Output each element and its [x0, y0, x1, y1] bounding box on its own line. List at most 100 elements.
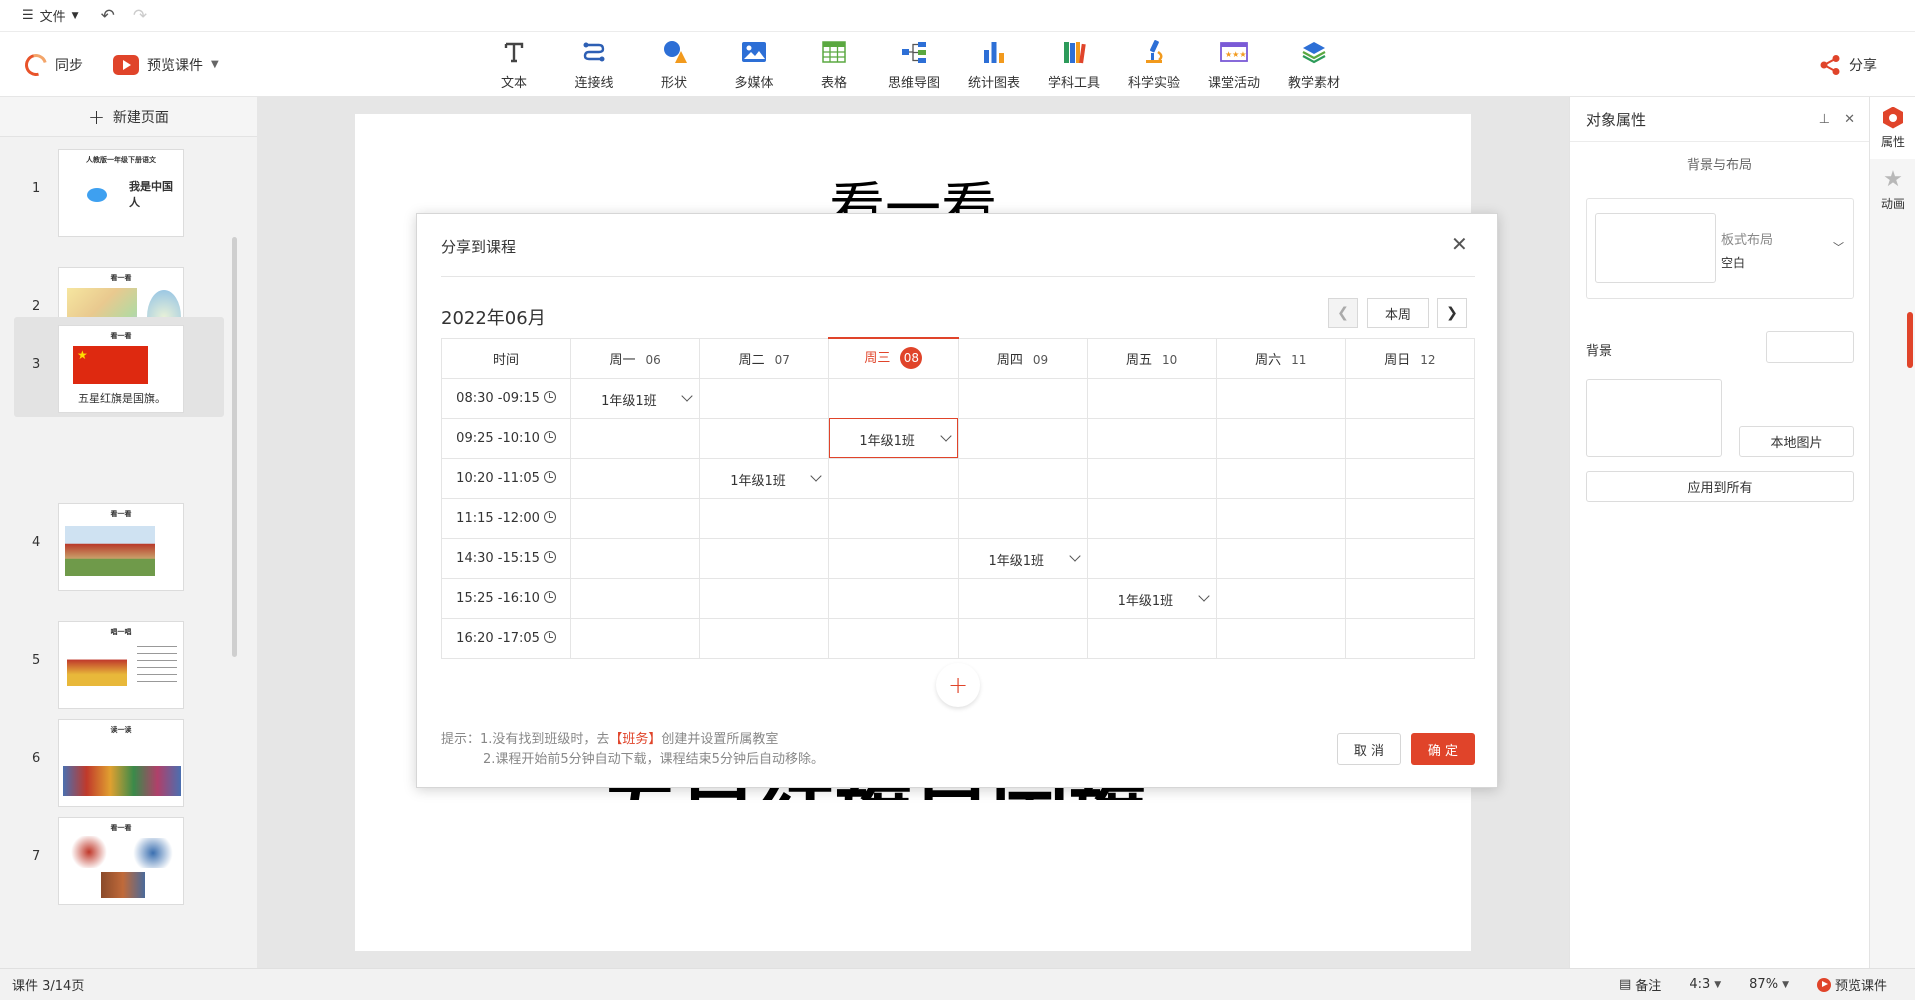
schedule-cell[interactable]: 1年级1班: [828, 417, 959, 459]
schedule-cell[interactable]: [1344, 537, 1476, 579]
schedule-cell[interactable]: 1年级1班: [957, 537, 1088, 579]
tab-animation[interactable]: ★ 动画: [1870, 159, 1915, 221]
schedule-cell[interactable]: [1215, 417, 1346, 459]
file-menu[interactable]: ☰ 文件 ▼: [22, 6, 79, 25]
chevron-down-icon[interactable]: [810, 469, 823, 482]
schedule-cell[interactable]: [1086, 537, 1217, 579]
slide-thumbnail-4[interactable]: 4 看一看: [14, 495, 224, 595]
ratio-select[interactable]: 4:3 ▼: [1689, 977, 1721, 992]
schedule-cell[interactable]: [957, 497, 1088, 539]
tool-science[interactable]: 科学实验: [1114, 32, 1194, 97]
schedule-cell[interactable]: [828, 497, 959, 539]
schedule-cell[interactable]: 1年级1班: [699, 457, 830, 499]
this-week-button[interactable]: 本周: [1367, 298, 1429, 328]
schedule-cell[interactable]: [828, 457, 959, 499]
slide-thumbnail-6[interactable]: 6 读一读: [14, 711, 224, 811]
schedule-cell[interactable]: [570, 577, 701, 619]
schedule-cell[interactable]: [699, 497, 830, 539]
schedule-cell[interactable]: [1215, 617, 1346, 659]
confirm-button[interactable]: 确 定: [1411, 733, 1475, 765]
tool-subject[interactable]: 学科工具: [1034, 32, 1114, 97]
add-row-button[interactable]: +: [934, 663, 982, 707]
share-button[interactable]: 分享: [1819, 32, 1877, 97]
schedule-cell[interactable]: [957, 377, 1088, 419]
schedule-cell[interactable]: [1215, 457, 1346, 499]
tool-activity[interactable]: ★★★ 课堂活动: [1194, 32, 1274, 97]
schedule-cell[interactable]: 1年级1班: [570, 377, 701, 419]
local-image-button[interactable]: 本地图片: [1739, 426, 1854, 457]
schedule-cell[interactable]: [1215, 377, 1346, 419]
schedule-cell[interactable]: [699, 417, 830, 459]
chevron-down-icon[interactable]: [939, 429, 952, 442]
tool-mindmap[interactable]: 思维导图: [874, 32, 954, 97]
slide-thumbnail-3[interactable]: 3 看一看 ★ 五星红旗是国旗。: [14, 317, 224, 417]
status-preview-button[interactable]: 预览课件: [1816, 975, 1887, 994]
schedule-cell[interactable]: [1344, 417, 1476, 459]
schedule-cell[interactable]: [1086, 617, 1217, 659]
preview-button[interactable]: 预览课件 ▼: [113, 54, 219, 75]
undo-icon[interactable]: ↶: [101, 6, 115, 26]
chevron-down-icon[interactable]: [1198, 589, 1210, 602]
schedule-cell[interactable]: [828, 377, 959, 419]
notes-button[interactable]: ▤ 备注: [1619, 975, 1661, 994]
schedule-cell[interactable]: [1215, 577, 1346, 619]
schedule-cell[interactable]: [957, 577, 1088, 619]
tool-chart[interactable]: 统计图表: [954, 32, 1034, 97]
slide-thumbnail-5[interactable]: 5 唱一唱: [14, 613, 224, 713]
schedule-cell[interactable]: 1年级1班: [1086, 577, 1217, 619]
background-color-picker[interactable]: [1766, 331, 1854, 363]
schedule-cell[interactable]: [699, 377, 830, 419]
schedule-cell[interactable]: [1215, 537, 1346, 579]
sync-button[interactable]: 同步: [20, 49, 83, 80]
tool-text[interactable]: 文本: [474, 32, 554, 97]
pin-icon[interactable]: ⊥: [1819, 112, 1830, 127]
redo-icon[interactable]: ↷: [133, 6, 147, 26]
schedule-cell[interactable]: [1086, 417, 1217, 459]
schedule-cell[interactable]: [1344, 377, 1476, 419]
new-page-button[interactable]: + 新建页面: [0, 97, 257, 137]
schedule-cell[interactable]: [570, 457, 701, 499]
apply-all-button[interactable]: 应用到所有: [1586, 471, 1854, 502]
schedule-cell[interactable]: [957, 417, 1088, 459]
cancel-button[interactable]: 取 消: [1337, 733, 1401, 765]
layout-select[interactable]: 板式布局 空白 ﹀: [1586, 198, 1854, 299]
tool-materials[interactable]: 教学素材: [1274, 32, 1354, 97]
tool-media[interactable]: 多媒体: [714, 32, 794, 97]
schedule-cell[interactable]: [699, 537, 830, 579]
schedule-cell[interactable]: [570, 417, 701, 459]
schedule-cell[interactable]: [1086, 377, 1217, 419]
chevron-down-icon[interactable]: [681, 389, 693, 402]
schedule-cell[interactable]: [699, 617, 830, 659]
schedule-cell[interactable]: [828, 617, 959, 659]
close-icon[interactable]: ✕: [1451, 234, 1468, 254]
zoom-select[interactable]: 87% ▼: [1749, 977, 1789, 992]
chevron-down-icon[interactable]: [1068, 549, 1081, 562]
schedule-cell[interactable]: [828, 577, 959, 619]
schedule-cell[interactable]: [1086, 457, 1217, 499]
tool-connector[interactable]: 连接线: [554, 32, 634, 97]
schedule-cell[interactable]: [570, 537, 701, 579]
slide-thumbnail-1[interactable]: 1 人教版一年级下册语文 我是中国人: [14, 141, 224, 241]
close-icon[interactable]: ✕: [1844, 112, 1855, 127]
schedule-cell[interactable]: [570, 617, 701, 659]
schedule-cell[interactable]: [957, 457, 1088, 499]
schedule-cell[interactable]: [1344, 457, 1476, 499]
schedule-cell[interactable]: [828, 537, 959, 579]
tab-properties[interactable]: 属性: [1870, 97, 1915, 159]
tool-shape[interactable]: 形状: [634, 32, 714, 97]
tool-table[interactable]: 表格: [794, 32, 874, 97]
schedule-cell[interactable]: [957, 617, 1088, 659]
schedule-cell[interactable]: [570, 497, 701, 539]
schedule-cell[interactable]: [1086, 497, 1217, 539]
schedule-cell[interactable]: [1344, 577, 1476, 619]
prev-week-button[interactable]: ❮: [1328, 298, 1358, 328]
schedule-cell[interactable]: [699, 577, 830, 619]
schedule-cell[interactable]: [1344, 617, 1476, 659]
next-week-button[interactable]: ❯: [1437, 298, 1467, 328]
panel-scrollbar[interactable]: [1907, 312, 1913, 368]
schedule-cell[interactable]: [1215, 497, 1346, 539]
thumbnail-scrollbar[interactable]: [232, 237, 237, 657]
schedule-cell[interactable]: [1344, 497, 1476, 539]
slide-thumbnail-7[interactable]: 7 看一看: [14, 809, 224, 909]
class-affairs-link[interactable]: 【班务】: [609, 732, 661, 747]
